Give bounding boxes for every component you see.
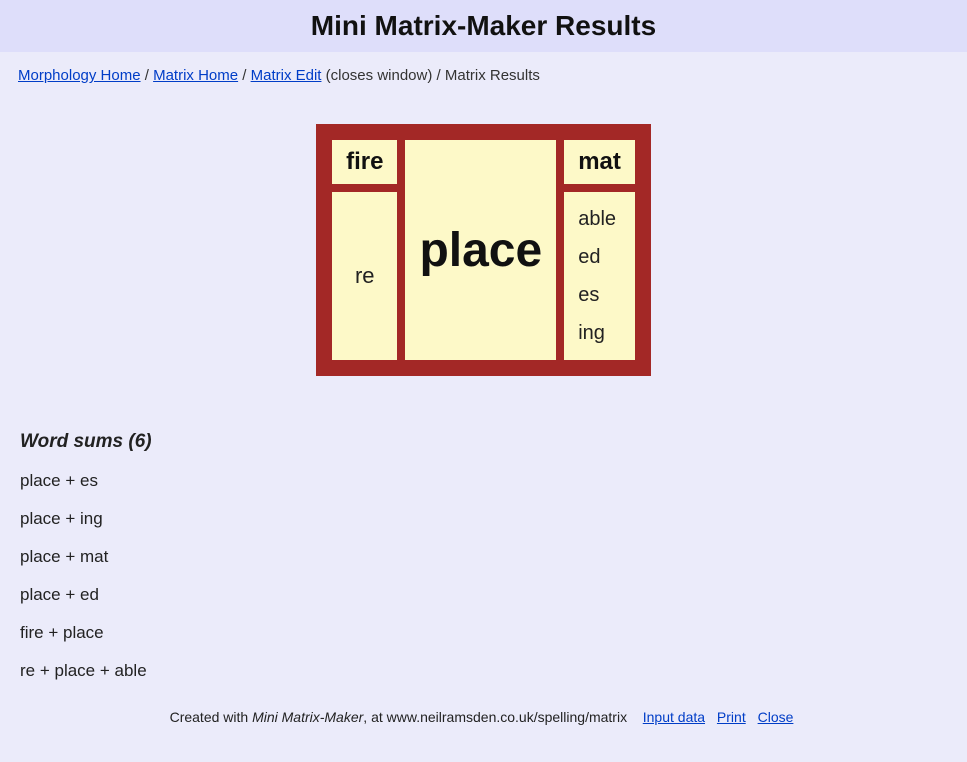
matrix-suffix-mat: mat	[564, 140, 635, 184]
footer-link-input-data[interactable]: Input data	[643, 709, 705, 725]
word-sum-item: place + es	[20, 471, 947, 491]
matrix-container: fire place mat re able ed es ing	[0, 94, 967, 421]
word-sum-item: fire + place	[20, 623, 947, 643]
footer-link-close[interactable]: Close	[758, 709, 794, 725]
footer-mid: , at www.neilramsden.co.uk/spelling/matr…	[363, 709, 627, 725]
matrix-suffix-ing: ing	[578, 314, 621, 352]
matrix-table: fire place mat re able ed es ing	[316, 124, 651, 376]
matrix-prefix-re: re	[332, 192, 397, 360]
footer: Created with Mini Matrix-Maker, at www.n…	[0, 699, 967, 729]
breadcrumb-trail: (closes window)	[321, 67, 432, 84]
footer-prefix: Created with	[170, 709, 252, 725]
breadcrumb-matrix-home[interactable]: Matrix Home	[153, 67, 238, 84]
word-sum-item: place + ing	[20, 509, 947, 529]
matrix-suffix-able: able	[578, 200, 621, 238]
word-sums-title: Word sums (6)	[20, 431, 947, 453]
matrix-root: place	[405, 140, 556, 360]
word-sums-section: Word sums (6) place + es place + ing pla…	[0, 421, 967, 681]
matrix-prefix-fire: fire	[332, 140, 397, 184]
breadcrumb-matrix-edit[interactable]: Matrix Edit	[251, 67, 322, 84]
footer-link-print[interactable]: Print	[717, 709, 746, 725]
word-sum-item: place + mat	[20, 547, 947, 567]
footer-tool-name: Mini Matrix-Maker	[252, 709, 363, 725]
word-sum-item: place + ed	[20, 585, 947, 605]
matrix-suffix-ed: ed	[578, 238, 621, 276]
word-sum-item: re + place + able	[20, 661, 947, 681]
page-title: Mini Matrix-Maker Results	[0, 10, 967, 42]
matrix-suffix-es: es	[578, 276, 621, 314]
breadcrumb-morphology-home[interactable]: Morphology Home	[18, 67, 141, 84]
breadcrumb-sep: /	[145, 67, 153, 84]
breadcrumb-sep: /	[437, 67, 445, 84]
header: Mini Matrix-Maker Results	[0, 0, 967, 52]
matrix-suffix-list: able ed es ing	[564, 192, 635, 360]
breadcrumb: Morphology Home / Matrix Home / Matrix E…	[0, 52, 967, 94]
breadcrumb-current: Matrix Results	[445, 67, 540, 84]
breadcrumb-sep: /	[242, 67, 250, 84]
